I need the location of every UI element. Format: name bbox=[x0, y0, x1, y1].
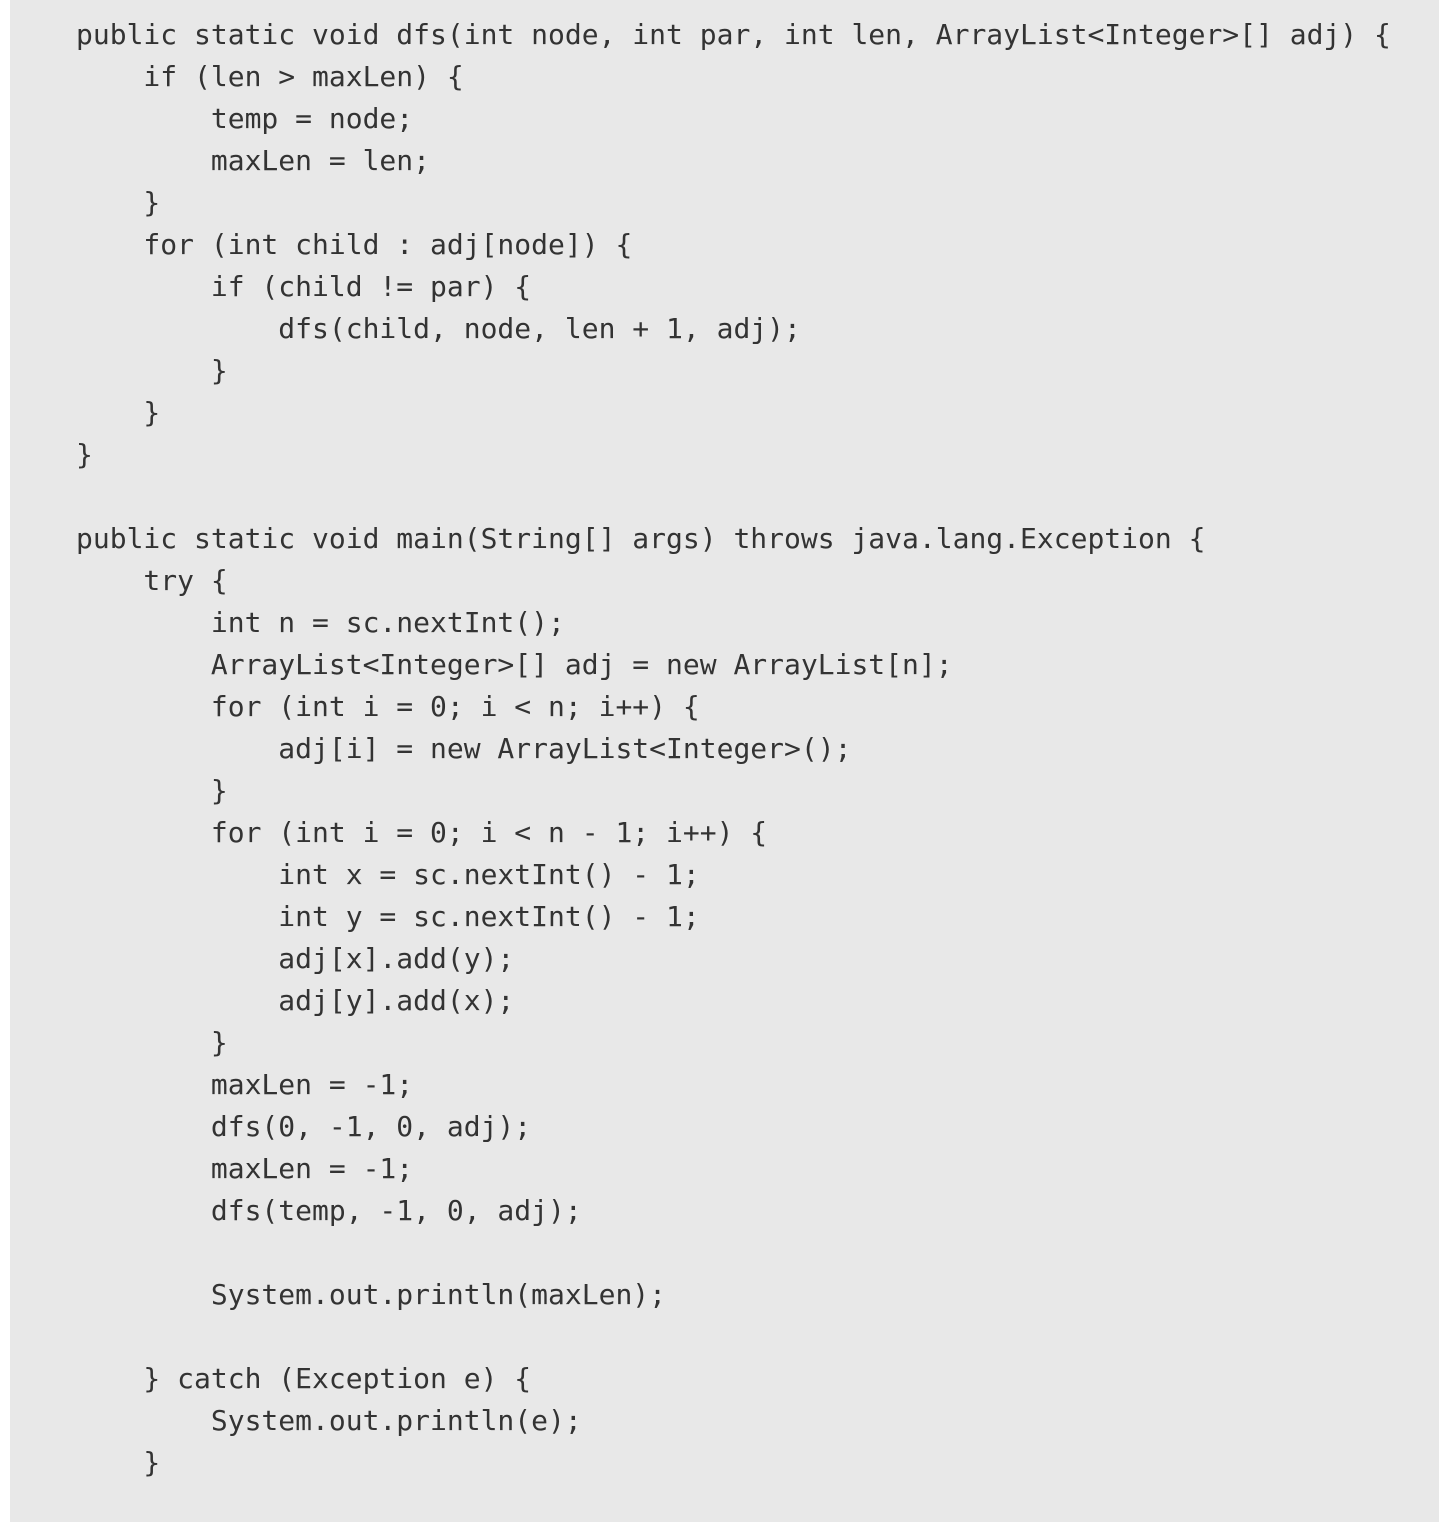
code-line: } bbox=[76, 186, 161, 219]
code-line: int n = sc.nextInt(); bbox=[76, 606, 565, 639]
code-line-blank bbox=[76, 476, 1391, 518]
code-line-blank bbox=[76, 1316, 1391, 1358]
code-line: } bbox=[76, 1026, 228, 1059]
code-line: } bbox=[76, 1446, 161, 1479]
code-line: dfs(temp, -1, 0, adj); bbox=[76, 1194, 582, 1227]
code-line: System.out.println(maxLen); bbox=[76, 1278, 667, 1311]
code-line: try { bbox=[76, 564, 228, 597]
code-line: maxLen = -1; bbox=[76, 1068, 414, 1101]
code-line: } bbox=[76, 438, 93, 471]
code-line: for (int i = 0; i < n; i++) { bbox=[76, 690, 700, 723]
code-block: public static void dfs(int node, int par… bbox=[10, 0, 1439, 1522]
code-line: } bbox=[76, 396, 161, 429]
code-line: dfs(child, node, len + 1, adj); bbox=[76, 312, 801, 345]
code-line: if (len > maxLen) { bbox=[76, 60, 464, 93]
code-line: System.out.println(e); bbox=[76, 1404, 582, 1437]
code-line: int x = sc.nextInt() - 1; bbox=[76, 858, 700, 891]
code-line: maxLen = -1; bbox=[76, 1152, 414, 1185]
code-line: public static void main(String[] args) t… bbox=[76, 522, 1206, 555]
code-line: for (int i = 0; i < n - 1; i++) { bbox=[76, 816, 768, 849]
code-line: if (child != par) { bbox=[76, 270, 532, 303]
code-line: temp = node; bbox=[76, 102, 414, 135]
code-line: adj[y].add(x); bbox=[76, 984, 515, 1017]
code-line: maxLen = len; bbox=[76, 144, 431, 177]
code-line: } bbox=[76, 354, 228, 387]
code-line-blank bbox=[76, 1232, 1391, 1274]
code-line: } bbox=[76, 774, 228, 807]
code-line: for (int child : adj[node]) { bbox=[76, 228, 633, 261]
code-line: adj[i] = new ArrayList<Integer>(); bbox=[76, 732, 852, 765]
code-line: int y = sc.nextInt() - 1; bbox=[76, 900, 700, 933]
code-line: public static void dfs(int node, int par… bbox=[76, 18, 1391, 51]
code-line: adj[x].add(y); bbox=[76, 942, 515, 975]
code-line: ArrayList<Integer>[] adj = new ArrayList… bbox=[76, 648, 953, 681]
code-lines: public static void dfs(int node, int par… bbox=[76, 14, 1391, 1484]
code-line: } catch (Exception e) { bbox=[76, 1362, 532, 1395]
code-line: dfs(0, -1, 0, adj); bbox=[76, 1110, 532, 1143]
